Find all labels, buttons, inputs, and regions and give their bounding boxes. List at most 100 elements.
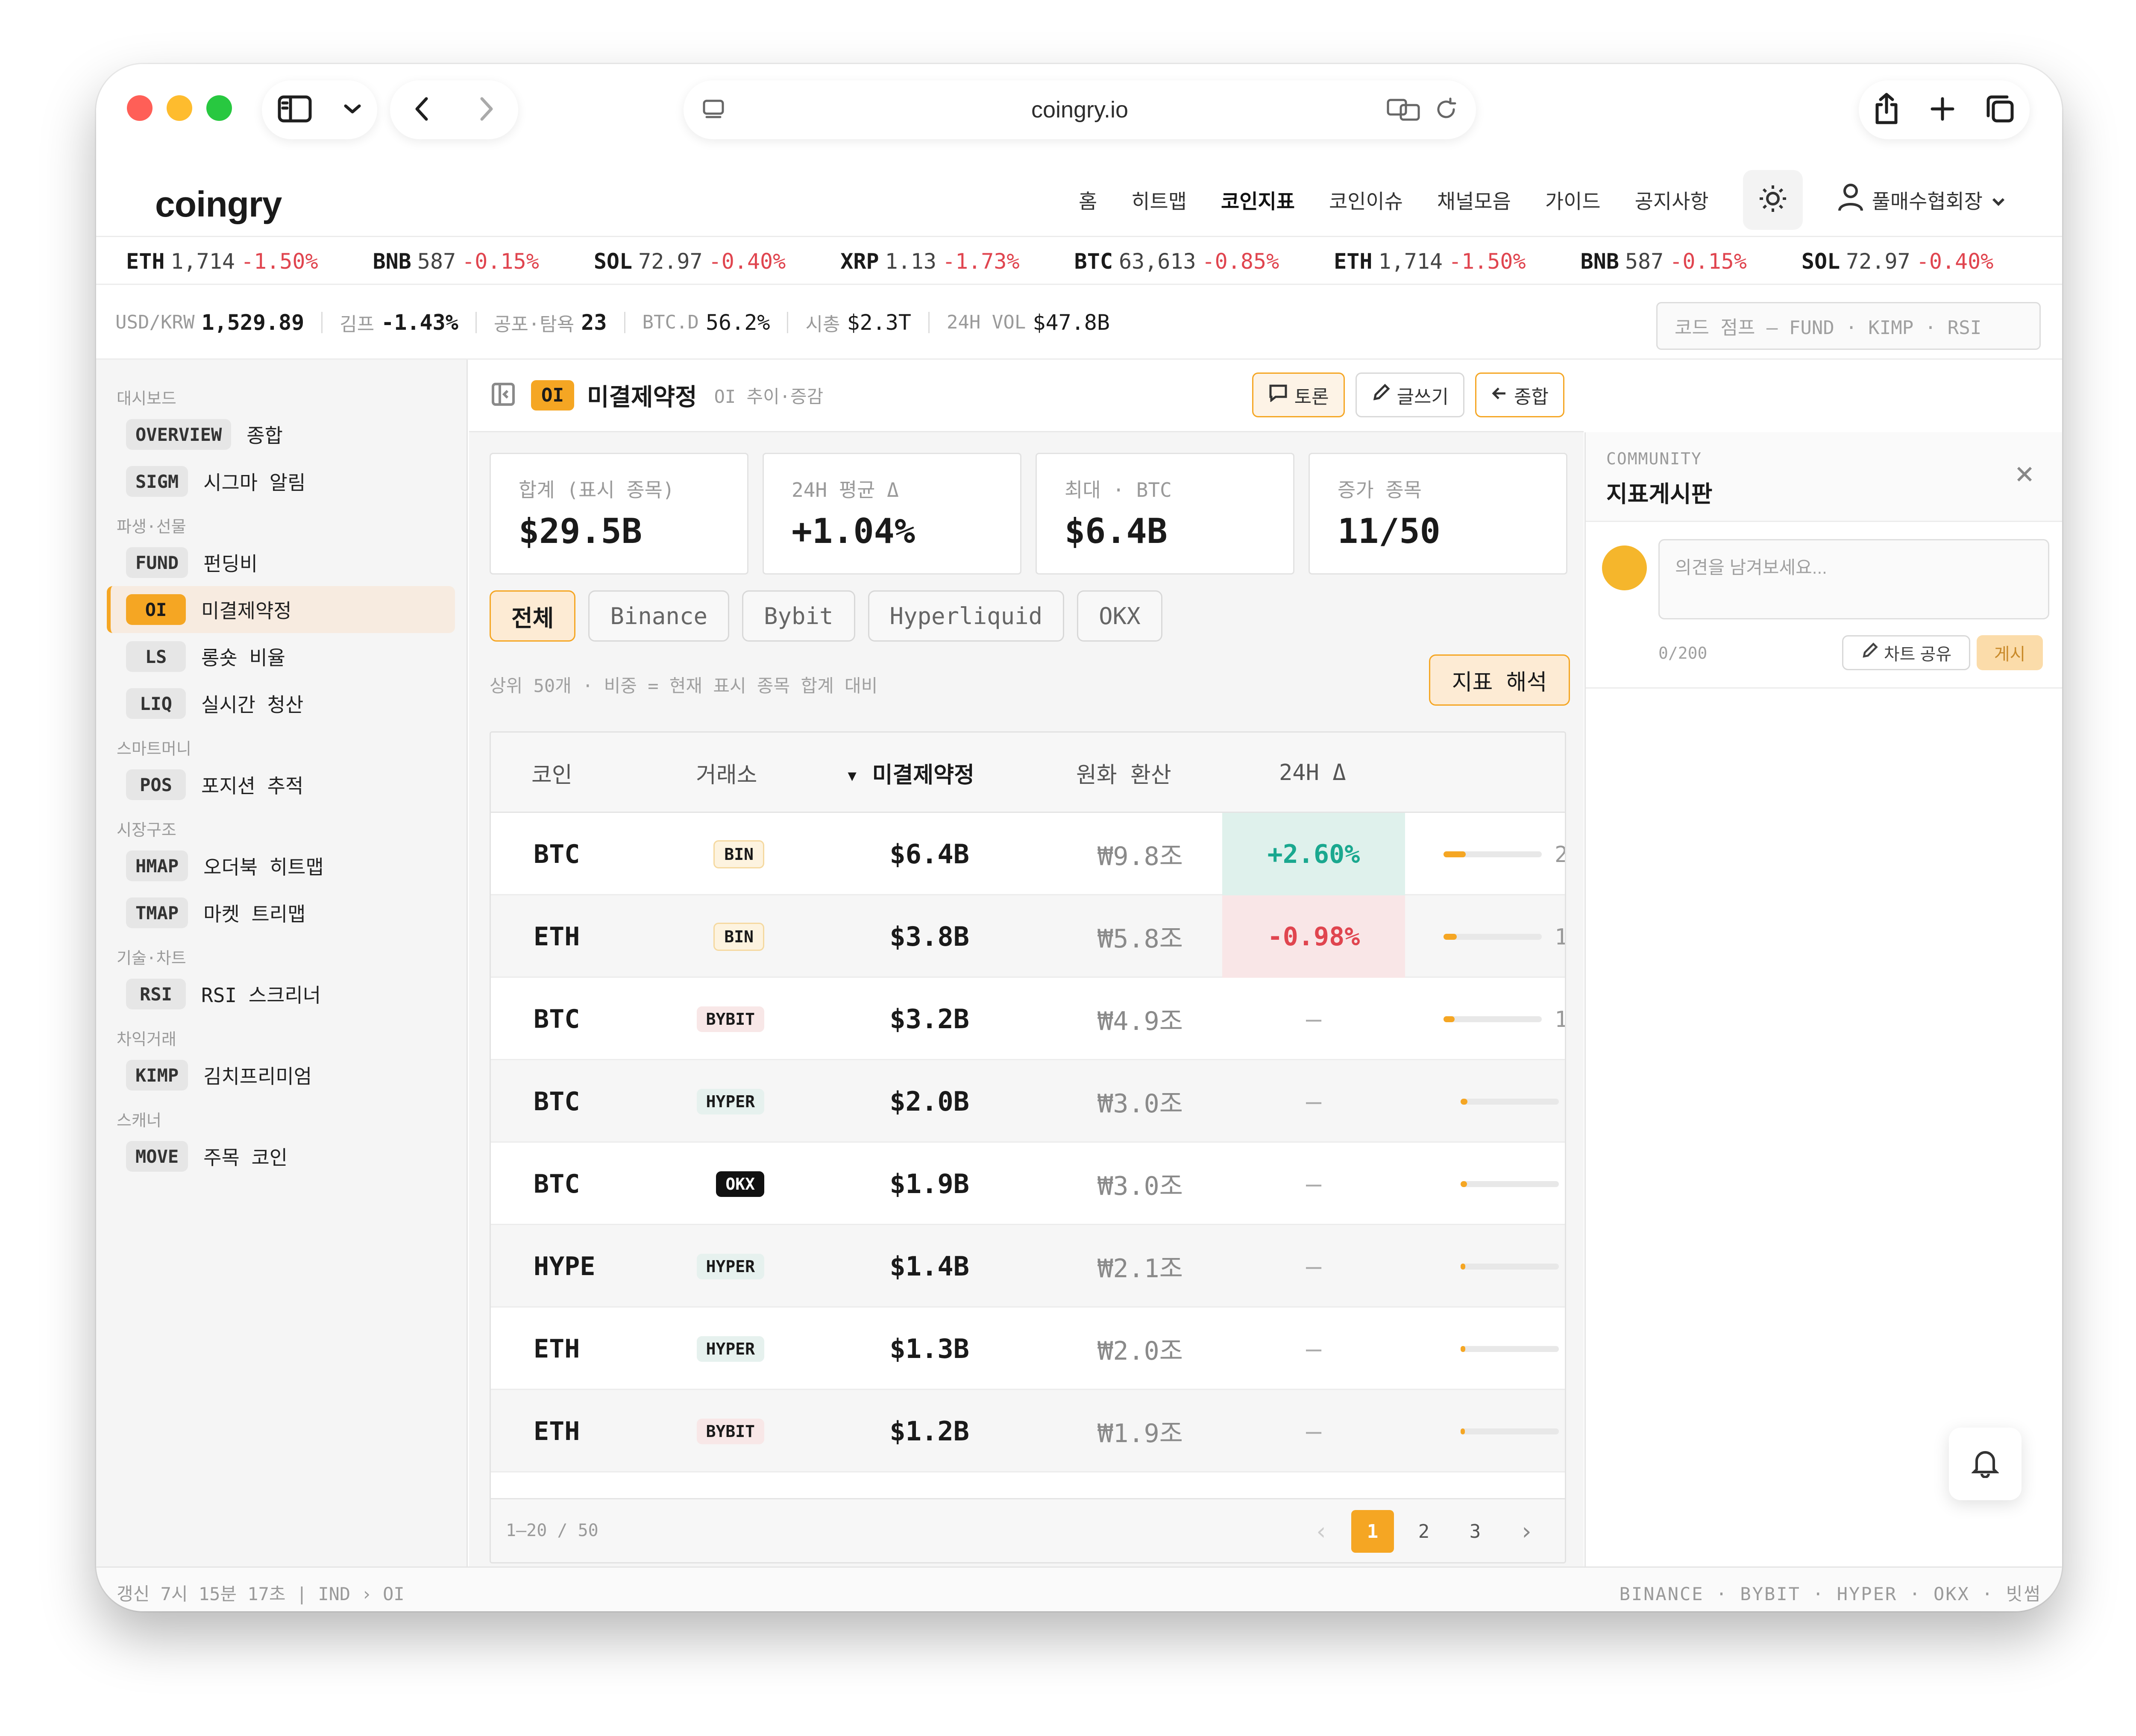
back-icon[interactable] (414, 96, 431, 124)
sidebar-item-label: 미결제약정 (201, 599, 292, 622)
next-page-button[interactable]: › (1505, 1510, 1548, 1553)
page-2-button[interactable]: 2 (1402, 1510, 1445, 1553)
ticker-item[interactable]: ETH 1,714 -1.50% (126, 249, 318, 274)
address-bar[interactable]: coingry.io (684, 80, 1476, 139)
page-menu-icon[interactable] (701, 97, 726, 124)
table-row[interactable]: ETH HYPER $1.3B ₩2.0조 — (491, 1308, 1565, 1390)
sidebar-item-oi[interactable]: OI 미결제약정 (107, 586, 455, 633)
ticker-item[interactable]: ETH 1,714 -1.50% (1334, 249, 1526, 274)
sidebar-item-rsi[interactable]: RSI RSI 스크리너 (107, 971, 455, 1018)
sidebar-item-tmap[interactable]: TMAP 마켓 트리맵 (107, 889, 455, 936)
sidebar-item-liq[interactable]: LIQ 실시간 청산 (107, 680, 455, 727)
page-1-button[interactable]: 1 (1351, 1510, 1394, 1553)
filter-chip[interactable]: Binance (588, 590, 729, 642)
nav-channels[interactable]: 채널모음 (1437, 185, 1511, 214)
new-tab-icon[interactable] (1930, 96, 1955, 124)
sidebar-icon[interactable] (278, 95, 312, 125)
share-chart-label: 차트 공유 (1884, 645, 1952, 664)
cell-krw: ₩3.0조 (1097, 1089, 1183, 1119)
discuss-button[interactable]: 토론 (1252, 372, 1345, 417)
notification-button[interactable] (1949, 1428, 2022, 1500)
nav-issues[interactable]: 코인이슈 (1329, 185, 1403, 214)
col-krw[interactable]: 원화 환산 (1076, 733, 1171, 813)
minimize-window-button[interactable] (167, 95, 192, 121)
post-button[interactable]: 게시 (1977, 635, 2043, 670)
tabs-overview-icon[interactable] (1986, 94, 2015, 126)
cell-krw: ₩2.1조 (1097, 1254, 1183, 1284)
share-bar-track (1461, 1346, 1559, 1352)
back-to-overview-button[interactable]: 종합 (1475, 372, 1564, 417)
interpret-button[interactable]: 지표 해석 (1429, 654, 1570, 706)
filter-chip[interactable]: OKX (1077, 590, 1162, 642)
nav-heatmap[interactable]: 히트맵 (1131, 185, 1187, 214)
share-bar-fill (1461, 1264, 1466, 1270)
table-row[interactable]: ETH BYBIT $1.2B ₩1.9조 — (491, 1390, 1565, 1472)
sidebar-item-pos[interactable]: POS 포지션 추적 (107, 761, 455, 808)
table-body: BTCBIN$6.4B₩9.8조+2.60%2ETHBIN$3.8B₩5.8조-… (491, 813, 1565, 1472)
summary-card-value: +1.04% (792, 511, 915, 551)
reload-icon[interactable] (1433, 97, 1459, 124)
col-change[interactable]: 24H Δ (1279, 733, 1346, 813)
table-row[interactable]: BTCBYBIT$3.2B₩4.9조—1 (491, 978, 1565, 1060)
share-chart-button[interactable]: 차트 공유 (1842, 635, 1970, 670)
user-menu-button[interactable]: 풀매수협회장 (1837, 182, 2006, 217)
sidebar-item-code: FUND (126, 547, 188, 578)
sidebar-item-fund[interactable]: FUND 펀딩비 (107, 539, 455, 586)
ticker-change: -1.73% (942, 249, 1020, 274)
sidebar-item-kimp[interactable]: KIMP 김치프리미엄 (107, 1052, 455, 1099)
ticker-item[interactable]: BNB 587 -0.15% (1581, 249, 1747, 274)
filter-chip[interactable]: Bybit (742, 590, 855, 642)
cell-open-interest: $6.4B (889, 839, 969, 870)
divider (928, 311, 930, 333)
user-icon (1837, 182, 1864, 217)
community-panel: COMMUNITY 지표게시판 의견을 남겨보세요... 0/200 차트 공유… (1584, 432, 2062, 1566)
col-open-interest[interactable]: ▾ 미결제약정 (845, 733, 974, 813)
filter-chip[interactable]: 전체 (490, 590, 576, 642)
sidebar-item-sigm[interactable]: SIGM 시그마 알림 (107, 458, 455, 505)
comment-input[interactable]: 의견을 남겨보세요... (1658, 539, 2049, 619)
nav-guide[interactable]: 가이드 (1545, 185, 1601, 214)
prev-page-button[interactable]: ‹ (1300, 1510, 1343, 1553)
code-jump-input[interactable]: 코드 점프 — FUND · KIMP · RSI (1656, 302, 2041, 350)
write-button[interactable]: 글쓰기 (1355, 372, 1465, 417)
ticker-item[interactable]: BTC 63,613 -0.85% (1074, 249, 1279, 274)
ticker-item[interactable]: XRP 1.13 -1.73% (840, 249, 1019, 274)
nav-home[interactable]: 홈 (1079, 185, 1097, 214)
close-icon[interactable] (2015, 464, 2034, 486)
table-row[interactable]: ETHBIN$3.8B₩5.8조-0.98%1 (491, 895, 1565, 978)
ticker-item[interactable]: SOL 72.97 -0.40% (1802, 249, 1993, 274)
arrow-left-icon (1491, 384, 1508, 406)
ticker-track: % ETH1,714-1.50%BNB587-0.15%SOL72.97-0.4… (96, 249, 2048, 274)
sidebar-item-hmap[interactable]: HMAP 오더북 히트맵 (107, 842, 455, 889)
share-icon[interactable] (1874, 93, 1899, 127)
table-row[interactable]: HYPE HYPER $1.4B ₩2.1조 — (491, 1225, 1565, 1308)
page-3-button[interactable]: 3 (1454, 1510, 1496, 1553)
sidebar-item-code: OI (126, 594, 186, 625)
table-row[interactable]: BTC HYPER $2.0B ₩3.0조 — (491, 1060, 1565, 1143)
sidebar-item-code: HMAP (126, 850, 188, 881)
col-coin[interactable]: 코인 (531, 733, 572, 813)
sidebar-item-move[interactable]: MOVE 주목 코인 (107, 1133, 455, 1180)
maximize-window-button[interactable] (206, 95, 232, 121)
site-logo[interactable]: coingry (155, 184, 282, 225)
chevron-down-icon[interactable] (343, 103, 362, 117)
ticker-item[interactable]: SOL 72.97 -0.40% (594, 249, 786, 274)
filter-chip[interactable]: Hyperliquid (868, 590, 1065, 642)
close-window-button[interactable] (127, 95, 153, 121)
nav-notice[interactable]: 공지사항 (1635, 185, 1709, 214)
collapse-sidebar-icon[interactable] (490, 381, 516, 409)
forward-icon[interactable] (478, 96, 495, 124)
theme-toggle-button[interactable] (1743, 170, 1803, 230)
ticker-symbol: BNB (373, 249, 411, 274)
ticker-item[interactable]: BNB 587 -0.15% (373, 249, 539, 274)
sidebar-item-ls[interactable]: LS 롱숏 비율 (107, 633, 455, 680)
summary-card-value: 11/50 (1338, 511, 1441, 551)
cell-change: +2.60% (1222, 813, 1405, 895)
nav-indicators[interactable]: 코인지표 (1221, 185, 1295, 214)
table-row[interactable]: BTCBIN$6.4B₩9.8조+2.60%2 (491, 813, 1565, 895)
translate-icon[interactable] (1386, 97, 1420, 124)
sidebar-item-overview[interactable]: OVERVIEW 종합 (107, 411, 455, 458)
col-exchange[interactable]: 거래소 (696, 733, 757, 813)
table-row[interactable]: BTC OKX $1.9B ₩3.0조 — (491, 1143, 1565, 1225)
usdkrw-label: USD/KRW (115, 311, 195, 333)
